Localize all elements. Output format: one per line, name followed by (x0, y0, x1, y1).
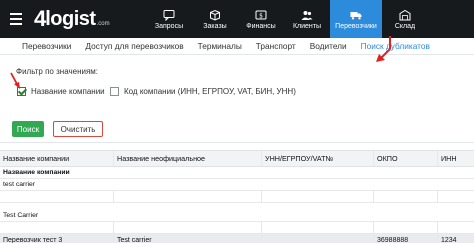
header-unofficial-name[interactable]: Название неофициальное (114, 151, 262, 166)
filter-title: Фильтр по значениям: (16, 67, 99, 76)
subnav-carriers[interactable]: Перевозчики (22, 41, 71, 51)
subnav-drivers[interactable]: Водители (310, 41, 347, 51)
clear-button[interactable]: Очистить (53, 121, 103, 137)
nav-label: Клиенты (292, 22, 322, 30)
nav-label: Финансы (246, 22, 276, 30)
cell-tax-id (262, 234, 374, 243)
sub-navbar: Перевозчики Доступ для перевозчиков Терм… (0, 38, 474, 55)
annotation-arrow-checkbox (10, 72, 20, 89)
duplicates-table: Название компании Название неофициальное… (0, 150, 474, 243)
logo-word: logist (45, 7, 96, 30)
nav-label: Перевозчики (335, 22, 377, 30)
table-row (0, 191, 474, 203)
logo-number: 4 (34, 6, 46, 31)
header-okpo[interactable]: ОКПО (374, 151, 438, 166)
cell (438, 222, 474, 233)
cell (438, 191, 474, 202)
header-inn[interactable]: ИНН (438, 151, 474, 166)
group-value: Test Carrier (0, 210, 474, 222)
cell-inn: 1234 (441, 237, 457, 243)
box-icon (210, 9, 220, 21)
group-value: test carrier (0, 179, 474, 191)
group-label: Название компании (0, 167, 474, 179)
cell (374, 222, 438, 233)
users-icon (301, 10, 313, 20)
table-row (0, 222, 474, 234)
table-header: Название компании Название неофициальное… (0, 150, 474, 167)
main-nav: Запросы Заказы $ Финансы Клиенты Перевоз… (146, 0, 428, 38)
nav-label: Заказы (203, 22, 227, 30)
company-code-label[interactable]: Код компании (ИНН, ЕГРПОУ, VAT, БИН, УНН… (124, 87, 296, 96)
nav-label: Склад (394, 22, 416, 30)
truck-icon (350, 11, 362, 19)
divider (0, 142, 474, 143)
nav-carriers[interactable]: Перевозчики (330, 0, 382, 38)
subnav-terminals[interactable]: Терминалы (198, 41, 242, 51)
nav-clients[interactable]: Клиенты (284, 0, 330, 38)
cell (114, 222, 262, 233)
cell-company-name[interactable]: Перевозчик тест 3 (0, 234, 114, 243)
company-name-label[interactable]: Название компании (31, 87, 105, 96)
cell (374, 191, 438, 202)
svg-text:$: $ (259, 12, 263, 19)
table-row[interactable]: Перевозчик тест 3 Test carrier 36988888 … (0, 234, 474, 243)
warehouse-icon (399, 9, 411, 20)
hamburger-menu-icon[interactable] (6, 0, 26, 38)
logo[interactable]: 4 logist .com (34, 0, 144, 38)
money-icon: $ (255, 10, 267, 19)
subnav-transport[interactable]: Транспорт (256, 41, 296, 51)
company-code-checkbox[interactable] (110, 87, 119, 96)
logo-domain: .com (96, 21, 110, 27)
cell-unofficial-name: Test carrier (114, 234, 262, 243)
cell (262, 191, 374, 202)
nav-label: Запросы (154, 22, 184, 30)
nav-orders[interactable]: Заказы (192, 0, 238, 38)
search-button[interactable]: Поиск (12, 121, 44, 137)
nav-finance[interactable]: $ Финансы (238, 0, 284, 38)
header-company-name[interactable]: Название компании (0, 151, 114, 166)
cell (114, 191, 262, 202)
nav-requests[interactable]: Запросы (146, 0, 192, 38)
cell (0, 191, 114, 202)
nav-warehouse[interactable]: Склад (382, 0, 428, 38)
header-tax-id[interactable]: УНН/ЕГРПОУ/VAT№ (262, 151, 374, 166)
cell (262, 222, 374, 233)
chat-icon (163, 9, 175, 21)
cell (0, 222, 114, 233)
top-navbar: 4 logist .com Запросы Заказы $ Финансы К… (0, 0, 474, 38)
annotation-arrow-top (376, 36, 391, 62)
cell-okpo: 36988888 (374, 234, 438, 243)
app-root: 4 logist .com Запросы Заказы $ Финансы К… (0, 0, 474, 243)
subnav-carrier-access[interactable]: Доступ для перевозчиков (85, 41, 183, 51)
